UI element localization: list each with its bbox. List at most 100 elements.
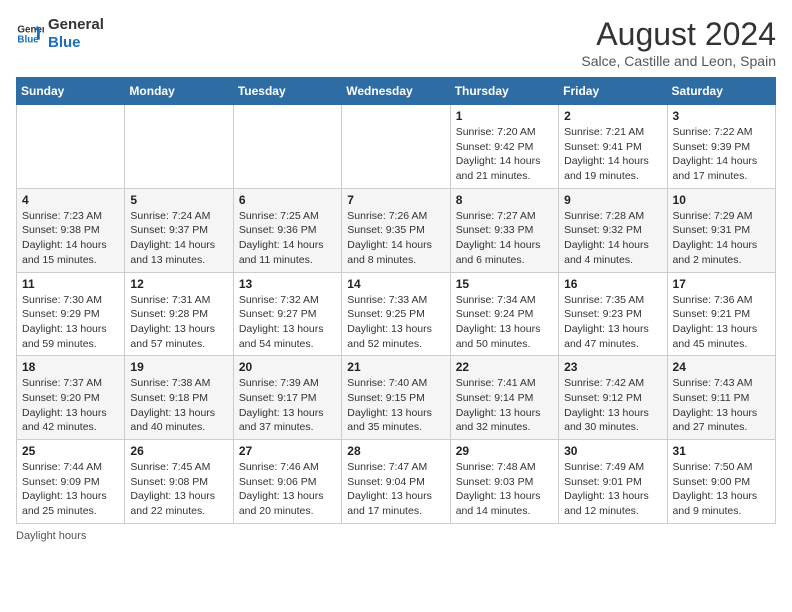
day-info: Sunrise: 7:49 AM Sunset: 9:01 PM Dayligh… [564, 460, 661, 519]
day-info: Sunrise: 7:30 AM Sunset: 9:29 PM Dayligh… [22, 293, 119, 352]
day-info: Sunrise: 7:27 AM Sunset: 9:33 PM Dayligh… [456, 209, 553, 268]
day-info: Sunrise: 7:35 AM Sunset: 9:23 PM Dayligh… [564, 293, 661, 352]
day-number: 1 [456, 109, 553, 123]
location-subtitle: Salce, Castille and Leon, Spain [581, 53, 776, 69]
calendar-day-cell: 23 Sunrise: 7:42 AM Sunset: 9:12 PM Dayli… [559, 356, 667, 440]
day-number: 24 [673, 360, 770, 374]
day-number: 10 [673, 193, 770, 207]
day-number: 8 [456, 193, 553, 207]
day-info: Sunrise: 7:32 AM Sunset: 9:27 PM Dayligh… [239, 293, 336, 352]
page-header: General Blue General Blue August 2024 Sa… [16, 16, 776, 69]
day-info: Sunrise: 7:38 AM Sunset: 9:18 PM Dayligh… [130, 376, 227, 435]
calendar-week-row: 25 Sunrise: 7:44 AM Sunset: 9:09 PM Dayli… [17, 440, 776, 524]
calendar-day-cell: 31Sunrise: 7:50 AM Sunset: 9:00 PM Dayli… [667, 440, 775, 524]
day-number: 25 [22, 444, 119, 458]
day-info: Sunrise: 7:50 AM Sunset: 9:00 PM Dayligh… [673, 460, 770, 519]
calendar-day-cell: 2Sunrise: 7:21 AM Sunset: 9:41 PM Daylig… [559, 105, 667, 189]
day-number: 23 [564, 360, 661, 374]
calendar-table: SundayMondayTuesdayWednesdayThursdayFrid… [16, 77, 776, 524]
day-number: 3 [673, 109, 770, 123]
svg-text:Blue: Blue [17, 34, 39, 45]
day-number: 21 [347, 360, 444, 374]
calendar-day-cell: 13 Sunrise: 7:32 AM Sunset: 9:27 PM Dayli… [233, 272, 341, 356]
day-number: 16 [564, 277, 661, 291]
day-info: Sunrise: 7:24 AM Sunset: 9:37 PM Dayligh… [130, 209, 227, 268]
day-number: 11 [22, 277, 119, 291]
day-info: Sunrise: 7:20 AM Sunset: 9:42 PM Dayligh… [456, 125, 553, 184]
calendar-day-cell: 27Sunrise: 7:46 AM Sunset: 9:06 PM Dayli… [233, 440, 341, 524]
day-info: Sunrise: 7:21 AM Sunset: 9:41 PM Dayligh… [564, 125, 661, 184]
calendar-day-cell: 4 Sunrise: 7:23 AM Sunset: 9:38 PM Daylig… [17, 188, 125, 272]
day-number: 30 [564, 444, 661, 458]
weekday-header: Friday [559, 78, 667, 105]
calendar-day-cell: 30 Sunrise: 7:49 AM Sunset: 9:01 PM Dayli… [559, 440, 667, 524]
calendar-day-cell [17, 105, 125, 189]
calendar-day-cell: 6Sunrise: 7:25 AM Sunset: 9:36 PM Daylig… [233, 188, 341, 272]
day-info: Sunrise: 7:29 AM Sunset: 9:31 PM Dayligh… [673, 209, 770, 268]
day-info: Sunrise: 7:42 AM Sunset: 9:12 PM Dayligh… [564, 376, 661, 435]
calendar-week-row: 4 Sunrise: 7:23 AM Sunset: 9:38 PM Daylig… [17, 188, 776, 272]
day-info: Sunrise: 7:43 AM Sunset: 9:11 PM Dayligh… [673, 376, 770, 435]
day-number: 20 [239, 360, 336, 374]
footer-note: Daylight hours [16, 530, 776, 542]
day-info: Sunrise: 7:40 AM Sunset: 9:15 PM Dayligh… [347, 376, 444, 435]
day-number: 13 [239, 277, 336, 291]
calendar-day-cell: 25 Sunrise: 7:44 AM Sunset: 9:09 PM Dayli… [17, 440, 125, 524]
calendar-day-cell: 1 Sunrise: 7:20 AM Sunset: 9:42 PM Daylig… [450, 105, 558, 189]
calendar-day-cell: 21 Sunrise: 7:40 AM Sunset: 9:15 PM Dayli… [342, 356, 450, 440]
calendar-day-cell [342, 105, 450, 189]
day-info: Sunrise: 7:33 AM Sunset: 9:25 PM Dayligh… [347, 293, 444, 352]
day-info: Sunrise: 7:47 AM Sunset: 9:04 PM Dayligh… [347, 460, 444, 519]
day-number: 14 [347, 277, 444, 291]
day-number: 29 [456, 444, 553, 458]
weekday-header: Tuesday [233, 78, 341, 105]
day-number: 5 [130, 193, 227, 207]
weekday-header: Saturday [667, 78, 775, 105]
day-info: Sunrise: 7:46 AM Sunset: 9:06 PM Dayligh… [239, 460, 336, 519]
calendar-week-row: 11 Sunrise: 7:30 AM Sunset: 9:29 PM Dayli… [17, 272, 776, 356]
day-info: Sunrise: 7:45 AM Sunset: 9:08 PM Dayligh… [130, 460, 227, 519]
calendar-day-cell: 12Sunrise: 7:31 AM Sunset: 9:28 PM Dayli… [125, 272, 233, 356]
calendar-day-cell: 16 Sunrise: 7:35 AM Sunset: 9:23 PM Dayli… [559, 272, 667, 356]
calendar-day-cell [233, 105, 341, 189]
calendar-day-cell: 28Sunrise: 7:47 AM Sunset: 9:04 PM Dayli… [342, 440, 450, 524]
calendar-day-cell [125, 105, 233, 189]
weekday-header: Monday [125, 78, 233, 105]
calendar-day-cell: 18Sunrise: 7:37 AM Sunset: 9:20 PM Dayli… [17, 356, 125, 440]
calendar-day-cell: 24 Sunrise: 7:43 AM Sunset: 9:11 PM Dayli… [667, 356, 775, 440]
calendar-week-row: 1 Sunrise: 7:20 AM Sunset: 9:42 PM Daylig… [17, 105, 776, 189]
calendar-day-cell: 29 Sunrise: 7:48 AM Sunset: 9:03 PM Dayli… [450, 440, 558, 524]
calendar-day-cell: 10 Sunrise: 7:29 AM Sunset: 9:31 PM Dayli… [667, 188, 775, 272]
calendar-day-cell: 14 Sunrise: 7:33 AM Sunset: 9:25 PM Dayli… [342, 272, 450, 356]
day-info: Sunrise: 7:48 AM Sunset: 9:03 PM Dayligh… [456, 460, 553, 519]
day-info: Sunrise: 7:23 AM Sunset: 9:38 PM Dayligh… [22, 209, 119, 268]
logo-icon: General Blue [16, 20, 44, 48]
day-info: Sunrise: 7:31 AM Sunset: 9:28 PM Dayligh… [130, 293, 227, 352]
calendar-day-cell: 5 Sunrise: 7:24 AM Sunset: 9:37 PM Daylig… [125, 188, 233, 272]
daylight-note: Daylight hours [16, 530, 86, 542]
day-info: Sunrise: 7:34 AM Sunset: 9:24 PM Dayligh… [456, 293, 553, 352]
calendar-day-cell: 17Sunrise: 7:36 AM Sunset: 9:21 PM Dayli… [667, 272, 775, 356]
logo-text: General Blue [48, 16, 104, 52]
calendar-day-cell: 7Sunrise: 7:26 AM Sunset: 9:35 PM Daylig… [342, 188, 450, 272]
day-info: Sunrise: 7:44 AM Sunset: 9:09 PM Dayligh… [22, 460, 119, 519]
day-number: 19 [130, 360, 227, 374]
weekday-header: Thursday [450, 78, 558, 105]
calendar-day-cell: 20Sunrise: 7:39 AM Sunset: 9:17 PM Dayli… [233, 356, 341, 440]
calendar-day-cell: 26Sunrise: 7:45 AM Sunset: 9:08 PM Dayli… [125, 440, 233, 524]
day-info: Sunrise: 7:36 AM Sunset: 9:21 PM Dayligh… [673, 293, 770, 352]
day-number: 4 [22, 193, 119, 207]
calendar-week-row: 18Sunrise: 7:37 AM Sunset: 9:20 PM Dayli… [17, 356, 776, 440]
calendar-day-cell: 22Sunrise: 7:41 AM Sunset: 9:14 PM Dayli… [450, 356, 558, 440]
day-number: 22 [456, 360, 553, 374]
day-info: Sunrise: 7:26 AM Sunset: 9:35 PM Dayligh… [347, 209, 444, 268]
calendar-day-cell: 15 Sunrise: 7:34 AM Sunset: 9:24 PM Dayli… [450, 272, 558, 356]
day-number: 15 [456, 277, 553, 291]
day-info: Sunrise: 7:28 AM Sunset: 9:32 PM Dayligh… [564, 209, 661, 268]
calendar-day-cell: 11 Sunrise: 7:30 AM Sunset: 9:29 PM Dayli… [17, 272, 125, 356]
calendar-day-cell: 8 Sunrise: 7:27 AM Sunset: 9:33 PM Daylig… [450, 188, 558, 272]
weekday-header: Sunday [17, 78, 125, 105]
weekday-header: Wednesday [342, 78, 450, 105]
day-number: 9 [564, 193, 661, 207]
day-info: Sunrise: 7:22 AM Sunset: 9:39 PM Dayligh… [673, 125, 770, 184]
